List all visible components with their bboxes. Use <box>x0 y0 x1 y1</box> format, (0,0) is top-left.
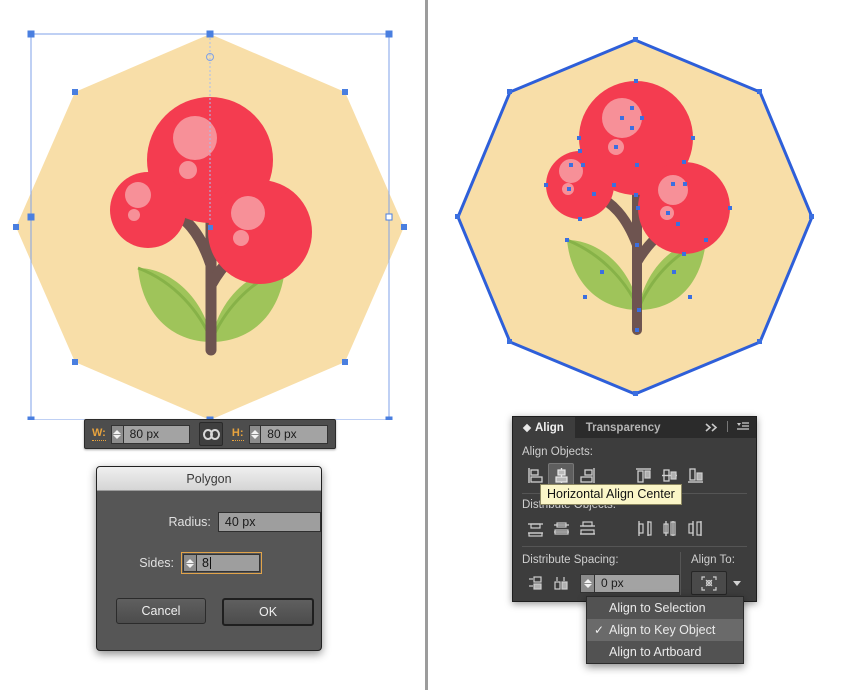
align-panel: Align Transparency Align Objects: Distri… <box>512 416 757 602</box>
dialog-title: Polygon <box>97 467 321 491</box>
artwork-after-align[interactable] <box>440 30 840 410</box>
distribute-spacing-row: 0 px <box>522 571 680 595</box>
horizontal-distribute-center-button[interactable] <box>656 516 682 540</box>
ok-button[interactable]: OK <box>222 598 314 626</box>
panel-divider <box>425 0 428 690</box>
tab-align-label: Align <box>535 421 564 434</box>
width-stepper[interactable] <box>110 424 123 444</box>
artwork-before-align[interactable] <box>0 20 420 420</box>
menu-item-align-to-artboard[interactable]: Align to Artboard <box>587 641 743 663</box>
panel-divider-icon <box>726 419 729 437</box>
radius-label: Radius: <box>168 515 211 529</box>
divider-2 <box>522 546 747 547</box>
sides-stepper[interactable] <box>183 554 196 572</box>
height-input[interactable]: 80 px <box>260 424 328 444</box>
align-panel-body: Align Objects: Distribute Objects: Distr… <box>513 438 756 595</box>
sides-input-value: 8 <box>202 556 209 570</box>
sides-label: Sides: <box>139 556 174 570</box>
panel-header-controls <box>705 417 756 438</box>
align-to-key-object-icon[interactable] <box>691 571 727 595</box>
horizontal-distribute-left-button[interactable] <box>630 516 656 540</box>
tab-transparency-label: Transparency <box>585 421 661 434</box>
distribute-spacing-label: Distribute Spacing: <box>522 554 619 566</box>
spacing-section: Distribute Spacing: 0 px Align To: <box>522 552 747 595</box>
sides-input-group[interactable]: 8 <box>181 552 262 574</box>
text-caret <box>209 557 211 569</box>
tab-align[interactable]: Align <box>513 417 575 438</box>
double-chevron-right-icon[interactable] <box>705 419 720 437</box>
cancel-button[interactable]: Cancel <box>116 598 206 624</box>
distribute-objects-row <box>522 516 747 540</box>
radius-row: Radius: 40 px <box>97 511 321 533</box>
width-label: W: <box>92 426 106 441</box>
spacing-input[interactable]: 0 px <box>594 573 680 593</box>
align-objects-label: Align Objects: <box>522 446 593 458</box>
panel-menu-icon[interactable] <box>735 419 750 437</box>
align-to-label: Align To: <box>691 554 735 566</box>
vertical-distribute-top-button[interactable] <box>522 516 548 540</box>
menu-item-align-to-key-object[interactable]: ✓ Align to Key Object <box>587 619 743 641</box>
menu-item-label: Align to Artboard <box>609 645 702 659</box>
height-label: H: <box>231 426 244 441</box>
menu-item-label: Align to Key Object <box>609 623 716 637</box>
link-icon[interactable] <box>199 422 223 446</box>
align-to-menu: Align to Selection ✓ Align to Key Object… <box>586 596 744 664</box>
distribute-spacing-group: Distribute Spacing: 0 px <box>522 552 680 595</box>
align-to-group: Align To: <box>680 552 747 595</box>
vertical-align-bottom-button[interactable] <box>682 463 708 487</box>
panel-tabs: Align Transparency <box>513 417 756 438</box>
dialog-buttons: Cancel OK <box>116 598 314 626</box>
vertical-distribute-center-button[interactable] <box>548 516 574 540</box>
spacing-stepper[interactable] <box>580 573 594 593</box>
horizontal-distribute-space-button[interactable] <box>548 571 574 595</box>
radius-input[interactable]: 40 px <box>217 512 321 532</box>
transform-bar[interactable]: W: 80 px H: 80 px <box>84 419 336 449</box>
menu-item-label: Align to Selection <box>609 601 706 615</box>
panel-grip-icon <box>522 423 532 432</box>
polygon-dialog: Polygon Radius: 40 px Sides: 8 Cancel OK <box>96 466 322 651</box>
app-canvas: W: 80 px H: 80 px Polygon Radius: 40 px … <box>0 0 850 690</box>
height-stepper[interactable] <box>248 424 261 444</box>
tab-transparency[interactable]: Transparency <box>575 417 672 438</box>
vertical-distribute-bottom-button[interactable] <box>574 516 600 540</box>
sides-input[interactable]: 8 <box>196 554 260 572</box>
tooltip: Horizontal Align Center <box>540 484 682 505</box>
check-icon: ✓ <box>594 623 605 637</box>
vertical-distribute-space-button[interactable] <box>522 571 548 595</box>
width-input[interactable]: 80 px <box>122 424 191 444</box>
align-to-row <box>691 571 747 595</box>
horizontal-distribute-right-button[interactable] <box>682 516 708 540</box>
menu-item-align-to-selection[interactable]: Align to Selection <box>587 597 743 619</box>
chevron-down-icon[interactable] <box>733 580 741 586</box>
sides-row: Sides: 8 <box>97 552 321 574</box>
